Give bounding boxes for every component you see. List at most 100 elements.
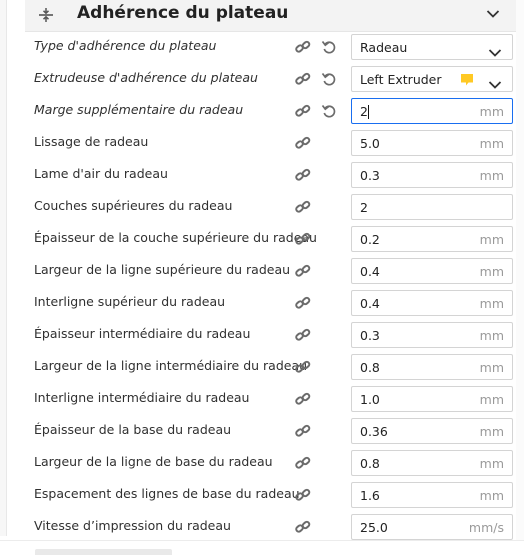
link-icon[interactable] (294, 295, 312, 311)
link-icon[interactable] (294, 327, 312, 343)
setting-row: Largeur de la ligne de base du radeau 0.8… (25, 447, 516, 479)
setting-label: Espacement des lignes de base du radeau (34, 486, 300, 501)
setting-row: Type d'adhérence du plateau Radeau (25, 31, 516, 63)
setting-unit: mm (479, 168, 504, 183)
setting-value: 0.2 (360, 232, 380, 247)
setting-label: Épaisseur intermédiaire du radeau (34, 326, 251, 341)
setting-label: Lissage de radeau (34, 134, 149, 149)
setting-row: Largeur de la ligne supérieure du radeau… (25, 255, 516, 287)
setting-row: Épaisseur de la couche supérieure du rad… (25, 223, 516, 255)
setting-input[interactable]: 0.4 mm (351, 290, 513, 316)
setting-input[interactable]: 2 mm (351, 98, 513, 124)
settings-panel: Adhérence du plateau Type d'adhérence du… (0, 0, 524, 556)
link-icon[interactable] (294, 455, 312, 471)
link-icon[interactable] (294, 103, 312, 119)
reset-icon[interactable] (321, 39, 337, 55)
setting-input[interactable]: 25.0 mm/s (351, 514, 513, 540)
setting-label: Interligne supérieur du radeau (34, 294, 226, 309)
setting-value: 1.0 (360, 392, 380, 407)
setting-unit: mm (479, 104, 504, 119)
setting-row: Espacement des lignes de base du radeau 1… (25, 479, 516, 511)
setting-dropdown[interactable]: Left Extruder (351, 66, 513, 92)
setting-label: Couches supérieures du radeau (34, 198, 233, 213)
setting-value: 0.36 (360, 424, 388, 439)
setting-value: 1.6 (360, 488, 380, 503)
section-title: Adhérence du plateau (77, 3, 289, 23)
setting-value: 2 (360, 200, 368, 215)
setting-input[interactable]: 2 (351, 194, 513, 220)
setting-input[interactable]: 0.2 mm (351, 226, 513, 252)
setting-label: Extrudeuse d'adhérence du plateau (34, 70, 258, 85)
text-caret (368, 105, 369, 119)
setting-unit: mm (479, 264, 504, 279)
setting-input[interactable]: 0.8 mm (351, 354, 513, 380)
link-icon[interactable] (294, 39, 312, 55)
link-icon[interactable] (294, 135, 312, 151)
setting-value: Left Extruder (360, 72, 442, 87)
setting-unit: mm (479, 360, 504, 375)
setting-value: 0.8 (360, 456, 380, 471)
link-icon[interactable] (294, 231, 312, 247)
setting-label: Marge supplémentaire du radeau (34, 102, 244, 117)
setting-unit: mm (479, 456, 504, 471)
setting-unit: mm (479, 488, 504, 503)
setting-unit: mm (479, 392, 504, 407)
setting-unit: mm (479, 328, 504, 343)
extruder-color-icon (460, 72, 474, 86)
link-icon[interactable] (294, 391, 312, 407)
setting-unit: mm (479, 296, 504, 311)
setting-input[interactable]: 1.0 mm (351, 386, 513, 412)
setting-input[interactable]: 0.3 mm (351, 322, 513, 348)
link-icon[interactable] (294, 167, 312, 183)
link-icon[interactable] (294, 263, 312, 279)
setting-row: Vitesse d’impression du radeau 25.0 mm/s (25, 511, 516, 543)
reset-icon[interactable] (321, 71, 337, 87)
setting-input[interactable]: 0.36 mm (351, 418, 513, 444)
setting-label: Vitesse d’impression du radeau (34, 518, 231, 533)
setting-row: Interligne supérieur du radeau 0.4 mm (25, 287, 516, 319)
setting-value: 0.4 (360, 264, 380, 279)
setting-row: Lame d'air du radeau 0.3 mm (25, 159, 516, 191)
setting-value: 0.3 (360, 328, 380, 343)
link-icon[interactable] (294, 359, 312, 375)
setting-input[interactable]: 0.3 mm (351, 162, 513, 188)
setting-label: Largeur de la ligne de base du radeau (34, 454, 273, 469)
setting-row: Lissage de radeau 5.0 mm (25, 127, 516, 159)
setting-label: Lame d'air du radeau (34, 166, 168, 181)
setting-row: Interligne intermédiaire du radeau 1.0 mm (25, 383, 516, 415)
setting-value: 25.0 (360, 520, 388, 535)
setting-value: 5.0 (360, 136, 380, 151)
chevron-down-icon[interactable] (486, 9, 500, 19)
setting-input[interactable]: 0.8 mm (351, 450, 513, 476)
setting-unit: mm (479, 136, 504, 151)
setting-input[interactable]: 5.0 mm (351, 130, 513, 156)
bed-adhesion-icon (39, 8, 53, 22)
link-icon[interactable] (294, 71, 312, 87)
setting-row: Marge supplémentaire du radeau 2 mm (25, 95, 516, 127)
setting-label: Interligne intermédiaire du radeau (34, 390, 250, 405)
setting-value: 0.3 (360, 168, 380, 183)
setting-value: 2 (360, 104, 368, 119)
panel-left-edge (0, 0, 7, 536)
setting-row: Couches supérieures du radeau 2 (25, 191, 516, 223)
setting-input[interactable]: 1.6 mm (351, 482, 513, 508)
setting-row: Extrudeuse d'adhérence du plateau Left Ex… (25, 63, 516, 95)
setting-input[interactable]: 0.4 mm (351, 258, 513, 284)
chevron-down-icon[interactable] (488, 75, 502, 89)
bottom-tab[interactable] (35, 549, 172, 555)
setting-row: Épaisseur intermédiaire du radeau 0.3 mm (25, 319, 516, 351)
setting-value: Radeau (360, 40, 408, 55)
setting-label: Type d'adhérence du plateau (34, 38, 217, 53)
link-icon[interactable] (294, 519, 312, 535)
chevron-down-icon[interactable] (488, 43, 502, 57)
setting-dropdown[interactable]: Radeau (351, 34, 513, 60)
link-icon[interactable] (294, 487, 312, 503)
section-header-bed-adhesion[interactable]: Adhérence du plateau (25, 0, 516, 32)
setting-label: Épaisseur de la base du radeau (34, 422, 232, 437)
link-icon[interactable] (294, 423, 312, 439)
link-icon[interactable] (294, 199, 312, 215)
scrollbar[interactable] (516, 0, 524, 540)
reset-icon[interactable] (321, 103, 337, 119)
setting-label: Largeur de la ligne intermédiaire du rad… (34, 358, 308, 373)
setting-label: Largeur de la ligne supérieure du radeau (34, 262, 291, 277)
